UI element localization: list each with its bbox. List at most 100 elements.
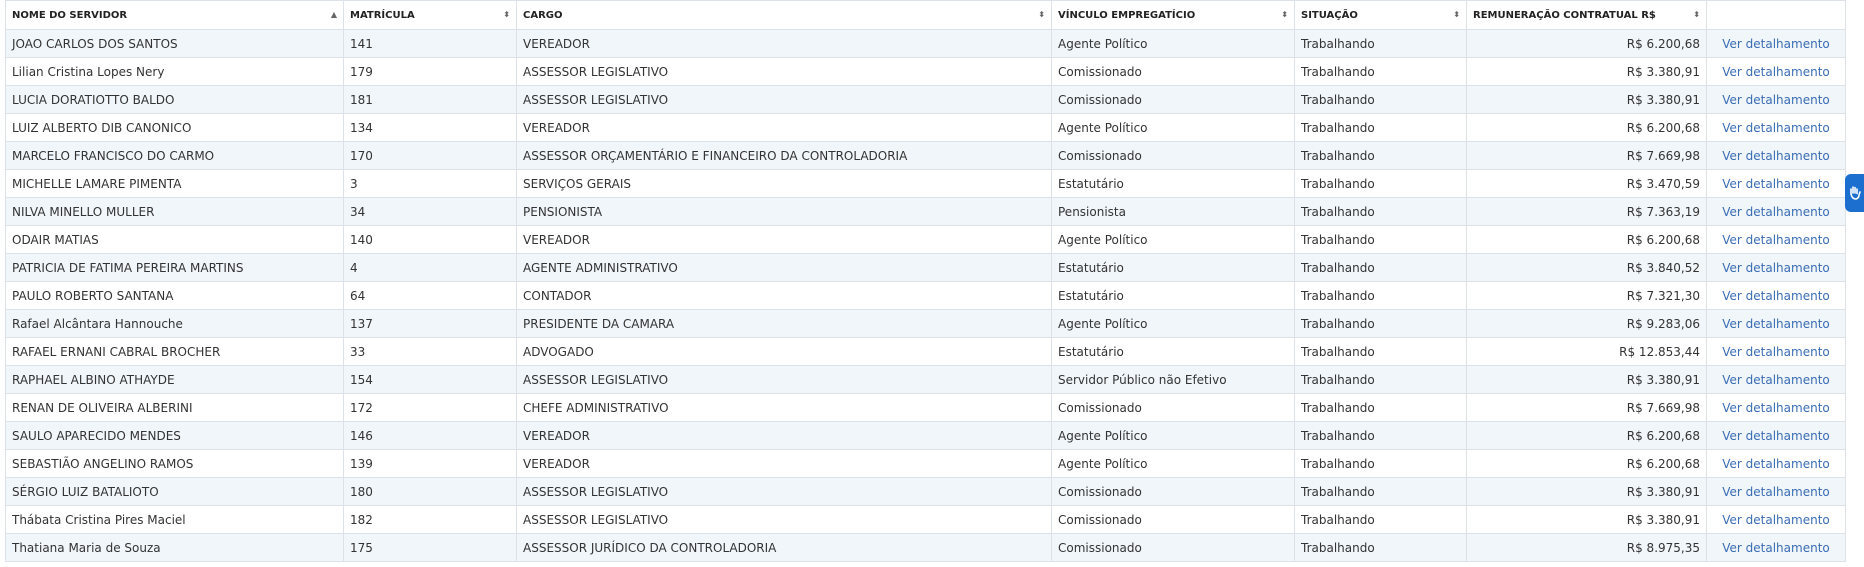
cell-matricula: 179 (343, 57, 517, 86)
cell-remuneracao: R$ 7.669,98 (1466, 393, 1707, 422)
cell-acao: Ver detalhamento (1706, 169, 1846, 198)
table-row: NILVA MINELLO MULLER 34 PENSIONISTA Pension… (5, 197, 1846, 226)
cell-remuneracao: R$ 6.200,68 (1466, 29, 1707, 58)
cell-remuneracao: R$ 7.363,19 (1466, 197, 1707, 226)
cell-situacao: Trabalhando (1294, 421, 1467, 450)
cell-nome: LUCIA DORATIOTTO BALDO (5, 85, 344, 114)
table-row: SÉRGIO LUIZ BATALIOTO 180 ASSESSOR LEGISLA… (5, 477, 1846, 506)
ver-detalhamento-link[interactable]: Ver detalhamento (1722, 485, 1829, 499)
cell-situacao: Trabalhando (1294, 393, 1467, 422)
ver-detalhamento-link[interactable]: Ver detalhamento (1722, 205, 1829, 219)
cell-situacao: Trabalhando (1294, 281, 1467, 310)
cell-matricula: 154 (343, 365, 517, 394)
col-header-nome[interactable]: NOME DO SERVIDOR ▲ (5, 0, 344, 30)
servidores-table: NOME DO SERVIDOR ▲ MATRÍCULA ⬍ CARGO ⬍ VÍNC… (5, 0, 1846, 562)
table-row: SAULO APARECIDO MENDES 146 VEREADOR Agente … (5, 421, 1846, 450)
table-row: PATRICIA DE FATIMA PEREIRA MARTINS 4 AGENT… (5, 253, 1846, 282)
table-row: PAULO ROBERTO SANTANA 64 CONTADOR Estatutár… (5, 281, 1846, 310)
cell-nome: RENAN DE OLIVEIRA ALBERINI (5, 393, 344, 422)
ver-detalhamento-link[interactable]: Ver detalhamento (1722, 541, 1829, 555)
col-header-situacao[interactable]: SITUAÇÃO ⬍ (1294, 0, 1467, 30)
ver-detalhamento-link[interactable]: Ver detalhamento (1722, 429, 1829, 443)
ver-detalhamento-link[interactable]: Ver detalhamento (1722, 345, 1829, 359)
col-header-matricula[interactable]: MATRÍCULA ⬍ (343, 0, 517, 30)
table-row: LUCIA DORATIOTTO BALDO 181 ASSESSOR LEGISL… (5, 85, 1846, 114)
sort-asc-icon[interactable]: ▲ (331, 11, 337, 19)
cell-vinculo: Comissionado (1051, 57, 1295, 86)
cell-vinculo: Comissionado (1051, 477, 1295, 506)
cell-vinculo: Agente Político (1051, 113, 1295, 142)
accessibility-widget-button[interactable] (1845, 174, 1864, 212)
col-header-remuneracao[interactable]: REMUNERAÇÃO CONTRATUAL R$ ⬍ (1466, 0, 1707, 30)
cell-vinculo: Comissionado (1051, 505, 1295, 534)
cell-situacao: Trabalhando (1294, 477, 1467, 506)
ver-detalhamento-link[interactable]: Ver detalhamento (1722, 457, 1829, 471)
col-header-label: REMUNERAÇÃO CONTRATUAL R$ (1473, 9, 1656, 21)
cell-matricula: 134 (343, 113, 517, 142)
ver-detalhamento-link[interactable]: Ver detalhamento (1722, 177, 1829, 191)
ver-detalhamento-link[interactable]: Ver detalhamento (1722, 289, 1829, 303)
cell-vinculo: Estatutário (1051, 253, 1295, 282)
cell-nome: NILVA MINELLO MULLER (5, 197, 344, 226)
cell-cargo: ASSESSOR JURÍDICO DA CONTROLADORIA (516, 533, 1052, 562)
cell-matricula: 146 (343, 421, 517, 450)
col-header-vinculo[interactable]: VÍNCULO EMPREGATÍCIO ⬍ (1051, 0, 1295, 30)
table-row: Thábata Cristina Pires Maciel 182 ASSESSOR… (5, 505, 1846, 534)
cell-vinculo: Comissionado (1051, 533, 1295, 562)
cell-nome: PATRICIA DE FATIMA PEREIRA MARTINS (5, 253, 344, 282)
cell-cargo: ASSESSOR LEGISLATIVO (516, 365, 1052, 394)
sort-icon[interactable]: ⬍ (1281, 11, 1288, 19)
cell-situacao: Trabalhando (1294, 141, 1467, 170)
table-row: ODAIR MATIAS 140 VEREADOR Agente Político Tr… (5, 225, 1846, 254)
sort-icon[interactable]: ⬍ (1038, 11, 1045, 19)
cell-remuneracao: R$ 12.853,44 (1466, 337, 1707, 366)
cell-cargo: VEREADOR (516, 113, 1052, 142)
cell-situacao: Trabalhando (1294, 505, 1467, 534)
cell-cargo: PENSIONISTA (516, 197, 1052, 226)
ver-detalhamento-link[interactable]: Ver detalhamento (1722, 401, 1829, 415)
ver-detalhamento-link[interactable]: Ver detalhamento (1722, 65, 1829, 79)
sort-icon[interactable]: ⬍ (1693, 11, 1700, 19)
cell-nome: ODAIR MATIAS (5, 225, 344, 254)
col-header-label: VÍNCULO EMPREGATÍCIO (1058, 9, 1196, 21)
cell-acao: Ver detalhamento (1706, 533, 1846, 562)
ver-detalhamento-link[interactable]: Ver detalhamento (1722, 261, 1829, 275)
cell-cargo: VEREADOR (516, 225, 1052, 254)
cell-matricula: 137 (343, 309, 517, 338)
cell-vinculo: Agente Político (1051, 29, 1295, 58)
ver-detalhamento-link[interactable]: Ver detalhamento (1722, 121, 1829, 135)
cell-acao: Ver detalhamento (1706, 309, 1846, 338)
ver-detalhamento-link[interactable]: Ver detalhamento (1722, 149, 1829, 163)
cell-remuneracao: R$ 3.380,91 (1466, 365, 1707, 394)
cell-remuneracao: R$ 3.470,59 (1466, 169, 1707, 198)
cell-cargo: SERVIÇOS GERAIS (516, 169, 1052, 198)
cell-situacao: Trabalhando (1294, 365, 1467, 394)
sign-language-hands-icon (1849, 186, 1861, 200)
ver-detalhamento-link[interactable]: Ver detalhamento (1722, 37, 1829, 51)
cell-remuneracao: R$ 3.840,52 (1466, 253, 1707, 282)
cell-nome: RAPHAEL ALBINO ATHAYDE (5, 365, 344, 394)
cell-situacao: Trabalhando (1294, 309, 1467, 338)
sort-icon[interactable]: ⬍ (1453, 11, 1460, 19)
table-row: SEBASTIÃO ANGELINO RAMOS 139 VEREADOR Agent… (5, 449, 1846, 478)
sort-icon[interactable]: ⬍ (503, 11, 510, 19)
ver-detalhamento-link[interactable]: Ver detalhamento (1722, 317, 1829, 331)
col-header-acoes (1706, 0, 1846, 30)
cell-vinculo: Estatutário (1051, 281, 1295, 310)
cell-cargo: CONTADOR (516, 281, 1052, 310)
cell-nome: Rafael Alcântara Hannouche (5, 309, 344, 338)
cell-nome: Thatiana Maria de Souza (5, 533, 344, 562)
cell-acao: Ver detalhamento (1706, 421, 1846, 450)
ver-detalhamento-link[interactable]: Ver detalhamento (1722, 93, 1829, 107)
ver-detalhamento-link[interactable]: Ver detalhamento (1722, 233, 1829, 247)
cell-acao: Ver detalhamento (1706, 141, 1846, 170)
cell-matricula: 64 (343, 281, 517, 310)
cell-vinculo: Agente Político (1051, 309, 1295, 338)
col-header-cargo[interactable]: CARGO ⬍ (516, 0, 1052, 30)
cell-situacao: Trabalhando (1294, 337, 1467, 366)
cell-nome: Thábata Cristina Pires Maciel (5, 505, 344, 534)
col-header-label: SITUAÇÃO (1301, 9, 1358, 21)
ver-detalhamento-link[interactable]: Ver detalhamento (1722, 513, 1829, 527)
cell-vinculo: Comissionado (1051, 85, 1295, 114)
ver-detalhamento-link[interactable]: Ver detalhamento (1722, 373, 1829, 387)
